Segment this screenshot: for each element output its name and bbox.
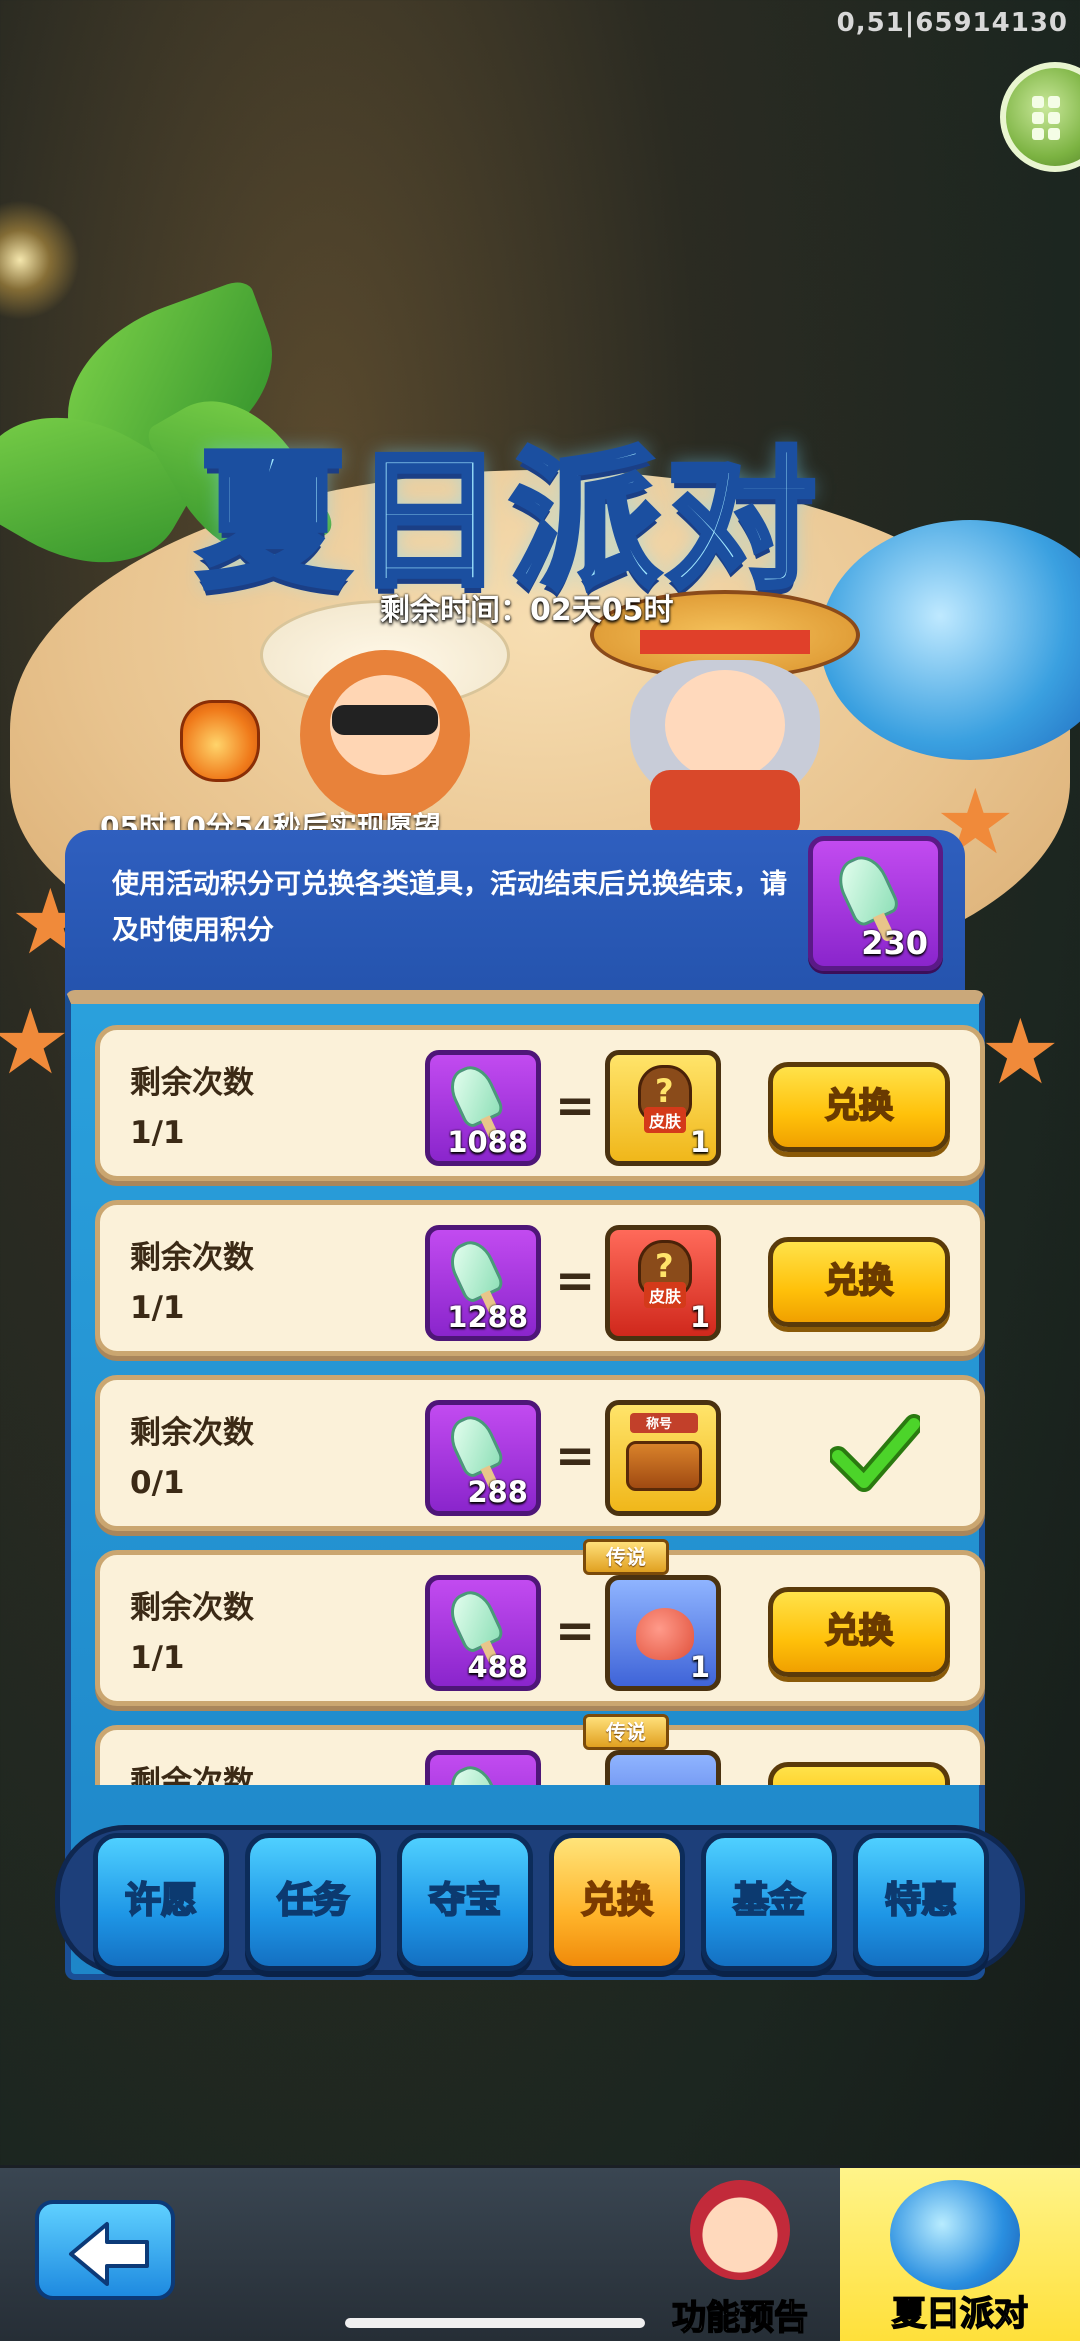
legend-tag: 传说: [583, 1714, 669, 1750]
popsicle-icon: [438, 1755, 530, 1785]
cost-value: 288: [467, 1475, 528, 1509]
tab-exchange[interactable]: 兑换: [549, 1833, 685, 1971]
title-banner: 称号: [630, 1413, 698, 1433]
exchange-row: 剩余次数 1/1 1288 = ? 皮肤 1 兑换: [95, 1200, 985, 1356]
remaining-label: 剩余次数: [130, 1415, 254, 1451]
user-id-text: 0,51|65914130: [836, 8, 1068, 38]
cost-box: 288: [425, 1400, 541, 1516]
legend-tag: 传说: [583, 1539, 669, 1575]
exchange-row: 剩余次数 0/1 288 = 称号: [95, 1375, 985, 1531]
menu-button[interactable]: [1000, 62, 1080, 172]
reward-qty: 1: [689, 1650, 710, 1684]
remaining-count: 1/1: [130, 1115, 185, 1151]
feature-preview-button[interactable]: 功能预告: [640, 2180, 840, 2340]
lucky-bag-icon[interactable]: [180, 700, 260, 782]
equals-sign: =: [555, 1078, 596, 1134]
equals-sign: =: [555, 1603, 596, 1659]
tab-wish[interactable]: 许愿: [93, 1833, 229, 1971]
exchange-button[interactable]: 兑换: [768, 1062, 950, 1152]
title-chest-reward[interactable]: 称号: [605, 1400, 721, 1516]
remaining-label: 剩余次数: [130, 1240, 254, 1276]
remaining-count: 0/1: [130, 1465, 185, 1501]
skin-box-reward[interactable]: ? 皮肤 1: [605, 1050, 721, 1166]
grid-menu-icon: [1032, 96, 1072, 140]
legend-item-reward[interactable]: [605, 1750, 721, 1785]
summer-party-label: 夏日派对: [891, 2293, 1029, 2335]
remaining-count: 1/1: [130, 1640, 185, 1676]
exchange-row: 剩余次数 1/1 1088 = ? 皮肤 1 兑换: [95, 1025, 985, 1181]
back-button[interactable]: [35, 2200, 175, 2300]
summer-party-icon: [890, 2180, 1020, 2290]
legend-pet-reward[interactable]: 1: [605, 1575, 721, 1691]
sun-flare: [0, 200, 80, 320]
tab-special-offer[interactable]: 特惠: [853, 1833, 989, 1971]
preview-character-icon: [690, 2180, 790, 2280]
event-countdown: 剩余时间：02天05时: [380, 593, 674, 628]
exchange-row: 剩余次数 传说: [95, 1714, 985, 1785]
character-girl: [260, 600, 510, 820]
octopus-pet-icon: [636, 1608, 694, 1660]
remaining-count: 1/1: [130, 1290, 185, 1326]
home-indicator[interactable]: [345, 2318, 645, 2328]
equals-sign: =: [555, 1253, 596, 1309]
exchange-button[interactable]: [768, 1762, 950, 1785]
points-display: 230: [808, 836, 943, 971]
cost-value: 1288: [447, 1300, 528, 1334]
info-text: 使用活动积分可兑换各类道具，活动结束后兑换结束，请及时使用积分: [112, 869, 787, 946]
tab-treasure[interactable]: 夺宝: [397, 1833, 533, 1971]
exchange-button[interactable]: 兑换: [768, 1237, 950, 1327]
reward-qty: 1: [689, 1300, 710, 1334]
title-tag: 称号: [646, 1417, 673, 1432]
starfish-icon: ★: [980, 1000, 1061, 1105]
skin-box-reward[interactable]: ? 皮肤 1: [605, 1225, 721, 1341]
exchange-list[interactable]: 剩余次数 1/1 1088 = ? 皮肤 1 兑换 剩余次数 1/1 1288 = …: [95, 1020, 985, 1785]
cost-value: 1088: [447, 1125, 528, 1159]
back-arrow-icon: [69, 2222, 149, 2286]
remaining-label: 剩余次数: [130, 1065, 254, 1101]
checkmark-icon: [830, 1414, 920, 1492]
skin-tag: 皮肤: [644, 1282, 687, 1308]
treasure-chest-icon: [626, 1441, 702, 1491]
cost-box: 1088: [425, 1050, 541, 1166]
feature-preview-label: 功能预告: [671, 2297, 809, 2339]
reward-qty: 1: [689, 1125, 710, 1159]
exchange-row: 剩余次数 1/1 488 = 1 传说 兑换: [95, 1539, 985, 1706]
points-value: 230: [861, 924, 928, 962]
skin-tag: 皮肤: [644, 1107, 687, 1133]
cost-box: 1288: [425, 1225, 541, 1341]
cost-box: [425, 1750, 541, 1785]
remaining-label: 剩余次数: [130, 1765, 254, 1785]
remaining-label: 剩余次数: [130, 1590, 254, 1626]
equals-sign: =: [555, 1428, 596, 1484]
cost-value: 488: [467, 1650, 528, 1684]
exchange-button[interactable]: 兑换: [768, 1587, 950, 1677]
cost-box: 488: [425, 1575, 541, 1691]
tab-tasks[interactable]: 任务: [245, 1833, 381, 1971]
starfish-icon: ★: [0, 990, 71, 1095]
tab-fund[interactable]: 基金: [701, 1833, 837, 1971]
summer-party-button[interactable]: 夏日派对: [840, 2168, 1080, 2341]
